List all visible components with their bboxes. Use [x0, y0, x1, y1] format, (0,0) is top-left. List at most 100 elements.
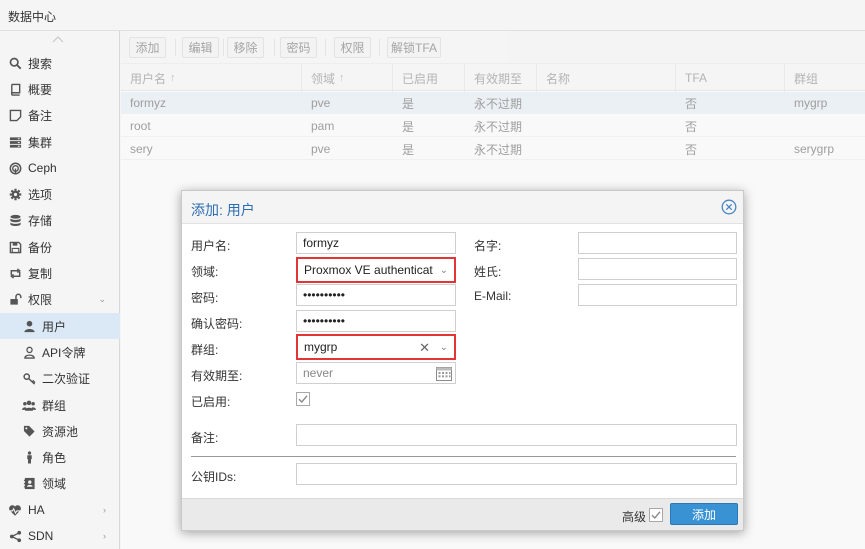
column-enabled[interactable]: 已启用 [393, 64, 465, 92]
column-username[interactable]: 用户名 ↑ [121, 64, 302, 92]
column-name[interactable]: 名称 [537, 64, 676, 92]
sidebar-item-label: 群组 [42, 398, 67, 413]
sidebar-item-label: API令牌 [42, 345, 86, 360]
sidebar-item-label: HA [28, 503, 45, 518]
table-row[interactable]: root pam 是 永不过期 否 [121, 115, 865, 137]
realm-label: 领域: [191, 265, 219, 279]
sidebar-item-label: 搜索 [28, 56, 53, 71]
address-book-icon [22, 477, 36, 491]
group-value: mygrp [304, 340, 338, 354]
expire-date-field[interactable]: never [296, 362, 456, 384]
chevron-down-icon[interactable]: ⌄ [98, 294, 106, 305]
firstname-field[interactable] [578, 232, 737, 254]
dialog-footer: 高级 添加 [182, 498, 743, 530]
sidebar-item[interactable]: 存储 [0, 208, 120, 234]
sidebar-item[interactable]: 资源池 [0, 418, 120, 444]
users-icon [22, 398, 36, 412]
sidebar-item-label: 存储 [28, 214, 53, 229]
password-button[interactable]: 密码 [280, 37, 317, 58]
chevron-right-icon[interactable]: › [103, 531, 106, 541]
sidebar-item[interactable]: 群组 [0, 392, 120, 418]
column-tfa[interactable]: TFA [676, 64, 785, 92]
sidebar-item[interactable]: 二次验证 [0, 366, 120, 392]
edit-button[interactable]: 编辑 [182, 37, 219, 58]
sidebar-item-label: 复制 [28, 267, 53, 282]
sidebar-item-label: SDN [28, 529, 54, 544]
comment-field[interactable] [296, 424, 737, 446]
sidebar-item[interactable]: SDN › [0, 523, 120, 549]
sidebar-item[interactable]: 复制 [0, 260, 120, 286]
toolbar-separator [274, 39, 275, 56]
key-icon [22, 372, 36, 386]
sidebar-item[interactable]: 角色 [0, 444, 120, 470]
add-user-button[interactable]: 添加 [129, 37, 166, 58]
key-ids-field[interactable] [296, 463, 737, 485]
advanced-checkbox[interactable] [649, 508, 663, 522]
sidebar-item[interactable]: 权限 ⌄ [0, 287, 120, 313]
sidebar-item[interactable]: 用户 [0, 312, 120, 340]
advanced-label: 高级 [621, 510, 646, 524]
sidebar-item-label: 备份 [28, 240, 53, 255]
group-label: 群组: [191, 343, 219, 357]
table-cell: formyz [130, 96, 166, 110]
floppy-icon [8, 240, 22, 254]
table-row[interactable]: formyz pve 是 永不过期 否 mygrp [121, 92, 865, 114]
comment-label: 备注: [191, 431, 219, 445]
chevron-down-icon[interactable]: ⌄ [440, 265, 448, 276]
datacenter-title: 数据中心 [8, 10, 57, 24]
confirm-password-field[interactable]: •••••••••• [296, 310, 456, 332]
clear-icon[interactable]: ✕ [419, 340, 430, 356]
dialog-header: 添加: 用户 [182, 191, 743, 224]
sidebar: 搜索概要备注集群 Ceph 选项存储备份复制权限 ⌄ 用户 API令牌二次验证群组资源池角… [0, 31, 120, 549]
close-icon[interactable] [721, 199, 737, 215]
lastname-label: 姓氏: [474, 265, 502, 279]
table-row[interactable]: sery pve 是 永不过期 否 serygrp [121, 138, 865, 160]
sidebar-item[interactable]: HA › [0, 497, 120, 523]
sidebar-item-label: 概要 [28, 82, 53, 97]
expire-placeholder: never [303, 366, 334, 380]
username-field[interactable]: formyz [296, 232, 456, 254]
sidebar-item[interactable]: 备份 [0, 234, 120, 260]
group-select[interactable]: mygrp ✕ ⌄ [296, 334, 456, 360]
sidebar-item[interactable]: 备注 [0, 103, 120, 129]
chevron-right-icon[interactable]: › [103, 505, 106, 515]
sidebar-item[interactable]: 领域 [0, 471, 120, 497]
email-field[interactable] [578, 284, 737, 306]
add-button[interactable]: 添加 [670, 503, 738, 525]
sidebar-item-label: 备注 [28, 109, 53, 124]
sidebar-item[interactable]: 搜索 [0, 50, 120, 76]
realm-select[interactable]: Proxmox VE authenticat ⌄ [296, 257, 456, 283]
sidebar-item[interactable]: Ceph [0, 155, 120, 181]
column-realm[interactable]: 领域 ↑ [302, 64, 393, 92]
table-cell: 是 [402, 96, 415, 111]
sort-asc-icon: ↑ [170, 72, 176, 84]
remove-button[interactable]: 移除 [227, 37, 264, 58]
male-icon [22, 451, 36, 465]
divider [191, 456, 736, 457]
sidebar-item-label: 资源池 [42, 424, 79, 439]
sidebar-item[interactable]: API令牌 [0, 339, 120, 365]
sidebar-item-label: 权限 [28, 293, 53, 308]
toolbar-separator [223, 39, 224, 56]
column-expire[interactable]: 有效期至 [465, 64, 537, 92]
sidebar-item[interactable]: 选项 [0, 181, 120, 207]
note-icon [8, 109, 22, 123]
lastname-field[interactable] [578, 258, 737, 280]
chevron-down-icon[interactable]: ⌄ [440, 342, 448, 353]
column-groups[interactable]: 群组 [785, 64, 865, 92]
enabled-label: 已启用: [191, 395, 231, 409]
top-bar: 数据中心 [0, 0, 865, 31]
table-cell: 永不过期 [474, 142, 523, 157]
unlock-tfa-button[interactable]: 解锁TFA [387, 37, 441, 58]
table-cell: 永不过期 [474, 119, 523, 134]
password-label: 密码: [191, 291, 219, 305]
password-field[interactable]: •••••••••• [296, 284, 456, 306]
calendar-icon[interactable] [435, 365, 453, 382]
confirm-password-label: 确认密码: [191, 317, 243, 331]
enabled-checkbox[interactable] [296, 392, 310, 406]
permissions-button[interactable]: 权限 [334, 37, 371, 58]
sidebar-item[interactable]: 集群 [0, 129, 120, 155]
sidebar-item[interactable]: 概要 [0, 76, 120, 102]
unlock-icon [8, 293, 22, 307]
collapse-caret-icon[interactable] [52, 35, 64, 43]
